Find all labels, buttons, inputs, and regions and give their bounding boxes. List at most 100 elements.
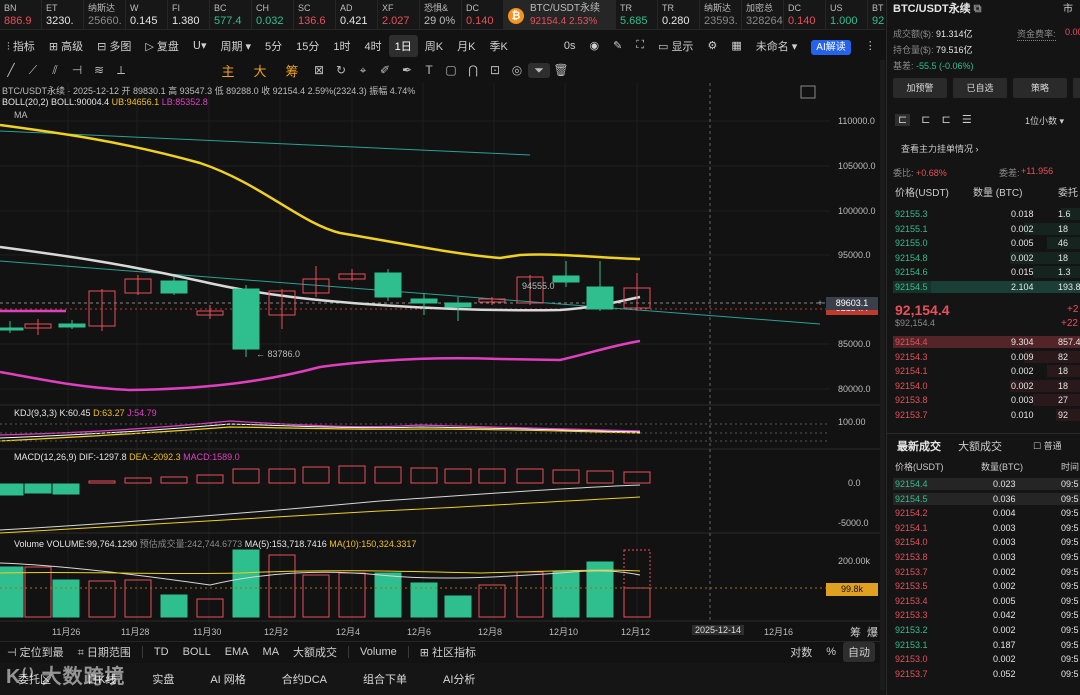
tab-5m[interactable]: 5分 xyxy=(258,38,289,54)
bid-row[interactable]: 92154.1 0.002 18 xyxy=(893,365,1080,377)
big-order-button[interactable]: 大 xyxy=(244,61,276,80)
more-icon[interactable]: ⋮ xyxy=(858,39,883,52)
community-indicator-button[interactable]: ⊞ 社区指标 xyxy=(413,644,483,660)
tab-1h[interactable]: 1时 xyxy=(326,38,357,54)
td-indicator[interactable]: TD xyxy=(147,646,176,658)
ai-interpret-button[interactable]: AI解读 xyxy=(804,38,857,55)
share-icon[interactable]: ⊠ xyxy=(308,63,330,77)
pen-icon[interactable]: ✒ xyxy=(396,63,418,77)
book-bids-icon[interactable]: ⊏ xyxy=(921,114,930,126)
alert-button[interactable]: 加预警 xyxy=(893,78,947,98)
display-button[interactable]: ▭ 显示 xyxy=(651,38,700,54)
ticker-item[interactable]: 加密总 328264 xyxy=(742,0,784,29)
book-both-icon[interactable]: ⊏ xyxy=(895,114,911,126)
auto-scale-toggle[interactable]: 自动 xyxy=(843,641,875,662)
favorite-button[interactable]: 已自选 xyxy=(953,78,1007,98)
copy-icon[interactable]: ⧉ xyxy=(974,3,982,15)
channel-tool-icon[interactable]: ⫽ xyxy=(44,63,66,78)
settings-icon[interactable]: ⚙ xyxy=(700,39,724,52)
replay-button[interactable]: ▷ 复盘 xyxy=(138,38,186,54)
bid-row[interactable]: 92154.3 0.009 82 xyxy=(893,350,1080,363)
tab-1d[interactable]: 1日 xyxy=(388,34,418,57)
ticker-item[interactable]: W 0.145 xyxy=(126,0,168,29)
ticker-item[interactable]: TR 0.280 xyxy=(658,0,700,29)
ask-row[interactable]: 92155.0 0.005 46 xyxy=(893,237,1080,249)
market-icon[interactable]: 市 xyxy=(1063,0,1073,15)
tab-big-trades[interactable]: 大额成交 xyxy=(958,441,1002,453)
kline-chart[interactable]: BTC/USDT永续 · 2025-12-12 开 89830.1 高 9354… xyxy=(0,83,885,638)
filter-icon[interactable]: ⏷ xyxy=(528,62,550,78)
fib-tool-icon[interactable]: ≋ xyxy=(88,63,110,77)
ticker-item[interactable]: AD 0.421 xyxy=(336,0,378,29)
rotate-icon[interactable]: ↻ xyxy=(330,63,352,77)
edit-icon[interactable]: ✎ xyxy=(606,39,629,52)
ticker-item[interactable]: TR 5.685 xyxy=(616,0,658,29)
camera-icon[interactable]: ◉ xyxy=(582,39,606,52)
tab-4h[interactable]: 4时 xyxy=(358,38,389,54)
ticker-item[interactable]: BN 886.9 xyxy=(0,0,42,29)
ticker-item[interactable]: FI 1.380 xyxy=(168,0,210,29)
ticker-item[interactable]: DC 0.140 xyxy=(462,0,504,29)
ticker-item[interactable]: ET 3230. xyxy=(42,0,84,29)
liquidation-toggle[interactable]: 爆 xyxy=(867,624,878,640)
multi-chart-button[interactable]: ⊟ 多图 xyxy=(90,38,138,54)
book-list-icon[interactable]: ☰ xyxy=(962,114,972,126)
footer-ai-analysis[interactable]: AI分析 xyxy=(425,671,493,687)
tab-15m[interactable]: 15分 xyxy=(289,38,326,54)
big-trade-indicator[interactable]: 大额成交 xyxy=(286,644,344,660)
chip-button[interactable]: 筹 xyxy=(276,61,308,80)
ask-row[interactable]: 92155.3 0.018 1.6 xyxy=(893,208,1080,220)
panel-divider[interactable] xyxy=(880,60,885,690)
ticker-item[interactable]: CH 0.032 xyxy=(252,0,294,29)
main-orders-link[interactable]: 查看主力挂单情况 › xyxy=(887,142,1080,155)
date-range-button[interactable]: ⌗ 日期范围 xyxy=(71,644,138,660)
ticker-item[interactable]: 纳斯达 25660. xyxy=(84,0,126,29)
ticker-item[interactable]: DC 0.140 xyxy=(784,0,826,29)
ask-row[interactable]: 92154.6 0.015 1.3 xyxy=(893,266,1080,278)
ticker-item[interactable]: XF 2.027 xyxy=(378,0,420,29)
volume-indicator[interactable]: Volume xyxy=(353,646,404,658)
tab-week[interactable]: 周K xyxy=(418,38,450,54)
rect-tool-icon[interactable]: ▢ xyxy=(440,63,462,77)
strategy-button[interactable]: 策略 xyxy=(1013,78,1067,98)
boll-indicator[interactable]: BOLL xyxy=(176,646,218,658)
trash-icon[interactable]: 🗑 xyxy=(550,63,572,77)
decimal-dropdown[interactable]: 1位小数 ▾ xyxy=(1025,114,1064,127)
ticker-item[interactable]: 纳斯达 23593. xyxy=(700,0,742,29)
week-button[interactable]: 周 xyxy=(1073,78,1080,98)
eye-icon[interactable]: ◎ xyxy=(506,63,528,77)
log-scale-toggle[interactable]: 对数 xyxy=(783,644,819,660)
ticker-item[interactable]: 恐惧& 29 0% xyxy=(420,0,462,29)
template-dropdown[interactable]: 未命名 ▾ xyxy=(749,38,805,54)
indicators-button[interactable]: ⫶ 指标 xyxy=(0,38,42,54)
advanced-button[interactable]: ⊞ 高级 xyxy=(42,38,90,54)
chart-type-icon[interactable]: ᑌ▾ xyxy=(186,39,214,52)
main-force-button[interactable]: 主 xyxy=(212,61,244,80)
tab-month[interactable]: 月K xyxy=(450,38,482,54)
crosshair-plus-icon[interactable]: + xyxy=(814,297,826,310)
footer-dca[interactable]: 合约DCA xyxy=(264,671,345,687)
normal-checkbox[interactable]: ☐ 普通 xyxy=(1033,439,1062,452)
ticker-item[interactable]: BT 9219 xyxy=(868,0,885,29)
ema-indicator[interactable]: EMA xyxy=(218,646,256,658)
ticker-item[interactable]: US 1.000 xyxy=(826,0,868,29)
ma-indicator[interactable]: MA xyxy=(256,646,287,658)
bid-row[interactable]: 92154.4 9.304 857.4 xyxy=(893,336,1080,348)
footer-ai-grid[interactable]: AI 网格 xyxy=(192,671,263,687)
lock-icon[interactable]: ⊡ xyxy=(484,63,506,77)
ray-tool-icon[interactable]: ⟋ xyxy=(22,63,44,78)
bid-row[interactable]: 92153.8 0.003 27 xyxy=(893,394,1080,406)
magnet-icon[interactable]: ⋂ xyxy=(462,63,484,77)
locate-button[interactable]: ⊣ 定位到最 xyxy=(0,644,71,660)
tab-latest-trades[interactable]: 最新成交 xyxy=(897,441,941,453)
ask-row[interactable]: 92155.1 0.002 18 xyxy=(893,222,1080,235)
footer-combo-order[interactable]: 组合下单 xyxy=(345,671,425,687)
book-asks-icon[interactable]: ⊏ xyxy=(942,114,951,126)
ticker-item[interactable]: BC 577.4 xyxy=(210,0,252,29)
ask-row[interactable]: 92154.5 2.104 193.8 xyxy=(893,280,1080,293)
pin-icon[interactable]: ⌖ xyxy=(352,63,374,78)
period-dropdown[interactable]: 周期 ▾ xyxy=(213,38,258,54)
ask-row[interactable]: 92154.8 0.002 18 xyxy=(893,251,1080,264)
bid-row[interactable]: 92154.0 0.002 18 xyxy=(893,379,1080,392)
bid-row[interactable]: 92153.7 0.010 92 xyxy=(893,408,1080,421)
